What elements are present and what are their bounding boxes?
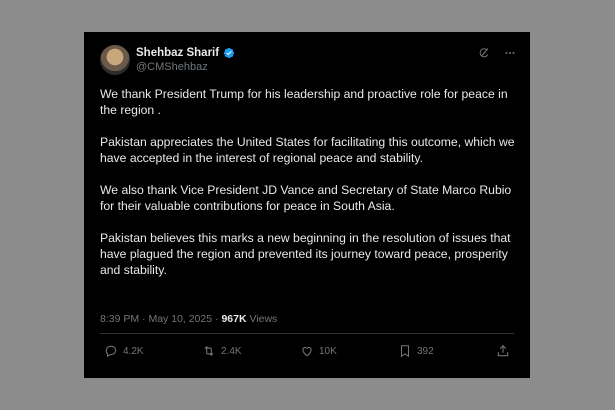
bookmark-button[interactable]: 392 <box>398 344 434 358</box>
more-icon[interactable] <box>504 47 516 59</box>
meta-separator: · <box>142 313 146 325</box>
tweet-time[interactable]: 8:39 PM <box>100 313 139 325</box>
tweet-body: We thank President Trump for his leaders… <box>100 86 520 294</box>
repost-button[interactable]: 2.4K <box>202 344 242 358</box>
tweet-meta: 8:39 PM · May 10, 2025 · 967K Views <box>100 313 277 325</box>
tweet-paragraph: We also thank Vice President JD Vance an… <box>100 183 512 213</box>
tweet-paragraph: We thank President Trump for his leaders… <box>100 87 508 117</box>
avatar[interactable] <box>100 45 130 75</box>
bookmark-count: 392 <box>417 345 434 357</box>
author-name-row: Shehbaz Sharif <box>136 46 235 60</box>
tweet-date[interactable]: May 10, 2025 <box>148 313 212 325</box>
action-bar: 4.2K 2.4K 10K 392 <box>100 344 514 364</box>
like-count: 10K <box>319 345 337 357</box>
author-block: Shehbaz Sharif @CMShehbaz <box>136 46 235 74</box>
share-icon <box>496 344 510 358</box>
like-button[interactable]: 10K <box>300 344 337 358</box>
repost-count: 2.4K <box>221 345 242 357</box>
heart-icon <box>300 344 314 358</box>
meta-separator: · <box>215 313 219 325</box>
verified-badge-icon <box>223 47 235 59</box>
bookmark-icon <box>398 344 412 358</box>
reply-icon <box>104 344 118 358</box>
share-button[interactable] <box>496 344 510 358</box>
repost-icon <box>202 344 216 358</box>
author-name[interactable]: Shehbaz Sharif <box>136 46 219 60</box>
top-right-icons <box>478 47 516 59</box>
reply-button[interactable]: 4.2K <box>104 344 144 358</box>
divider <box>100 333 514 334</box>
views-count: 967K <box>221 313 247 325</box>
views-label: Views <box>249 313 278 325</box>
tweet-card: Shehbaz Sharif @CMShehbaz We thank Presi… <box>84 32 530 378</box>
tweet-paragraph: Pakistan appreciates the United States f… <box>100 135 515 165</box>
grok-icon[interactable] <box>478 47 490 59</box>
reply-count: 4.2K <box>123 345 144 357</box>
tweet-paragraph: Pakistan believes this marks a new begin… <box>100 231 511 277</box>
author-handle[interactable]: @CMShehbaz <box>136 61 235 74</box>
